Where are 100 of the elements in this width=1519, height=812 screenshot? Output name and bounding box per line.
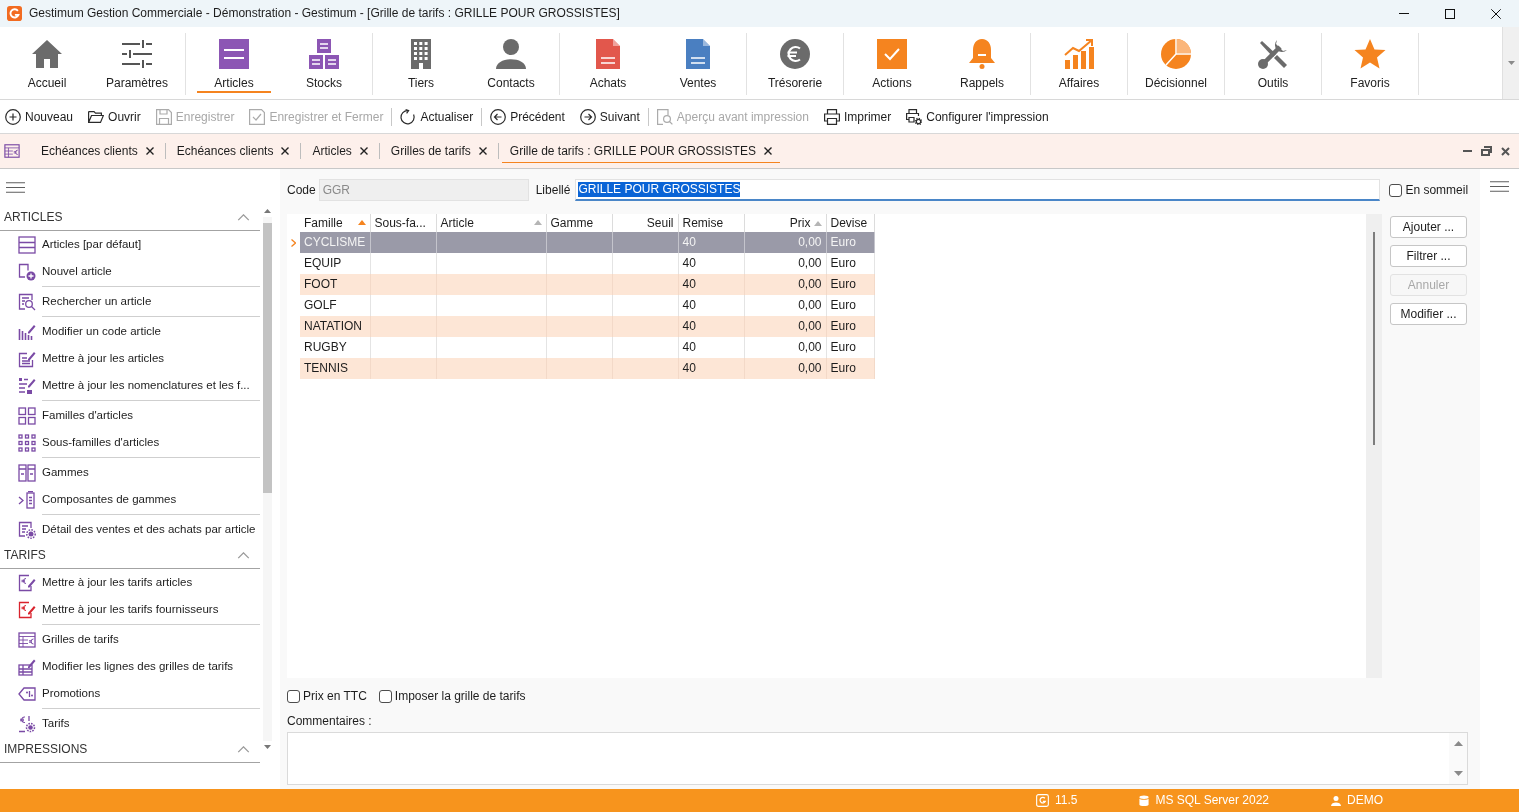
sidebar-item[interactable]: Articles [par défaut] — [0, 231, 260, 258]
scrollbar-thumb[interactable] — [263, 223, 272, 493]
ribbon-button[interactable]: Actions — [847, 33, 937, 95]
ribbon-button[interactable]: Affaires — [1034, 33, 1124, 95]
action-button[interactable]: Modifier ... — [1390, 303, 1467, 325]
comments-field[interactable] — [287, 732, 1468, 785]
table-cell: 40 — [678, 358, 744, 379]
ribbon-button[interactable]: Stocks — [279, 33, 369, 95]
bar-chart-pencil-icon — [18, 322, 36, 341]
euro-gear-icon — [18, 714, 36, 733]
close-icon[interactable] — [145, 147, 154, 155]
table-cell: 40 — [678, 316, 744, 337]
scroll-up-icon[interactable] — [264, 209, 271, 213]
ribbon-button[interactable]: Accueil — [2, 33, 92, 95]
scroll-up-icon[interactable] — [1453, 741, 1463, 746]
bar-chart-icon — [1063, 38, 1095, 70]
euro-document-icon — [18, 600, 36, 619]
sidebar-item[interactable]: Détail des ventes et des achats par article — [0, 516, 260, 543]
menu-icon[interactable] — [1490, 181, 1509, 192]
ribbon-button[interactable]: Ventes — [653, 33, 743, 95]
checkbox[interactable] — [1389, 183, 1403, 197]
euro-coin-icon — [779, 38, 811, 70]
ribbon-button[interactable]: Outils — [1228, 33, 1318, 95]
toolbar-button[interactable]: Actualiser — [400, 108, 474, 125]
ribbon-button[interactable]: Décisionnel — [1131, 33, 1221, 95]
document-tab[interactable]: Articles — [301, 133, 379, 169]
ribbon-button[interactable]: Tiers — [376, 33, 466, 95]
checkbox[interactable] — [287, 689, 300, 703]
sidebar-item[interactable]: Mettre à jour les tarifs fournisseurs — [0, 596, 260, 623]
ribbon-button[interactable]: Paramètres — [92, 33, 182, 95]
close-icon[interactable] — [281, 147, 290, 155]
field-label: Code — [287, 182, 316, 198]
table-cell: 0,00 — [744, 274, 826, 295]
house-icon — [31, 38, 63, 70]
libelle-field[interactable]: GRILLE POUR GROSSISTES — [575, 179, 1381, 201]
ribbon-button[interactable]: Contacts — [466, 33, 556, 95]
status-text: DEMO — [1347, 793, 1383, 808]
sidebar-item[interactable]: Rechercher un article — [0, 288, 260, 315]
columns-icon — [18, 463, 36, 482]
checkbox[interactable] — [378, 689, 392, 703]
document-tab[interactable]: Grilles de tarifs — [379, 133, 498, 169]
sidebar-item[interactable]: Mettre à jour les articles — [0, 345, 260, 372]
scroll-down-icon[interactable] — [1453, 771, 1463, 776]
sidebar-item[interactable]: Mettre à jour les tarifs articles — [0, 569, 260, 596]
close-icon — [1491, 8, 1501, 19]
action-button[interactable]: Filtrer ... — [1390, 245, 1467, 267]
ribbon-button[interactable]: Articles — [189, 33, 279, 95]
scrollbar[interactable] — [1366, 214, 1382, 678]
pie-chart-icon — [1160, 38, 1192, 70]
checkbox-label: En sommeil — [1405, 182, 1469, 198]
checkbox-icon — [876, 38, 908, 70]
checkbox-label: Prix en TTC — [303, 688, 367, 704]
stacked-boxes-icon — [308, 38, 340, 70]
sidebar-item[interactable]: Modifier un code article — [0, 318, 260, 345]
scrollbar[interactable] — [263, 217, 272, 741]
sidebar-item[interactable]: Mettre à jour les nomenclatures et les f... — [0, 372, 260, 399]
table-cell: 0,00 — [744, 316, 826, 337]
document-tab[interactable]: Echéances clients — [30, 133, 165, 169]
window-title: Gestimum Gestion Commerciale - Démonstration - Gestimum - [Grille de tarifs : GRILLE POUR GROSSISTES] — [29, 6, 620, 21]
sidebar-item[interactable]: Composantes de gammes — [0, 486, 260, 513]
toolbar-button[interactable]: Précédent — [490, 108, 565, 125]
toolbar-button[interactable]: Ouvrir — [88, 108, 141, 125]
sidebar-item[interactable]: Grilles de tarifs — [0, 626, 260, 653]
ribbon-button[interactable]: Trésorerie — [750, 33, 840, 95]
sidebar-item[interactable]: Promotions — [0, 680, 260, 707]
sidebar-item[interactable]: Nouvel article — [0, 258, 260, 285]
sidebar-item[interactable]: Gammes — [0, 459, 260, 486]
toolbar-button[interactable]: Nouveau — [5, 108, 74, 125]
table-cell: Euro — [826, 316, 874, 337]
table-row[interactable]: NATATION 40 0,00 Euro — [300, 316, 874, 337]
sidebar-item[interactable]: Modifier les lignes des grilles de tarifs — [0, 653, 260, 680]
restore-icon[interactable] — [1481, 146, 1492, 156]
close-icon[interactable] — [1501, 146, 1510, 156]
scroll-down-icon[interactable] — [264, 745, 271, 749]
menu-icon[interactable] — [6, 181, 25, 193]
scrollbar[interactable] — [1502, 27, 1519, 99]
table-row[interactable]: TENNIS 40 0,00 Euro — [300, 358, 874, 379]
list-icon — [18, 235, 36, 254]
toolbar-button[interactable]: Imprimer — [823, 108, 892, 125]
document-tab[interactable]: Grille de tarifs : GRILLE POUR GROSSISTES — [498, 133, 783, 169]
sidebar-item[interactable]: Sous-familles d'articles — [0, 429, 260, 456]
scrollbar-thumb[interactable] — [1373, 232, 1375, 445]
close-icon[interactable] — [359, 147, 368, 155]
close-icon[interactable] — [763, 147, 772, 155]
table-row[interactable]: FOOT 40 0,00 Euro — [300, 274, 874, 295]
ribbon-button[interactable]: Favoris — [1325, 33, 1415, 95]
ribbon-button[interactable]: Rappels — [937, 33, 1027, 95]
close-icon[interactable] — [478, 147, 487, 155]
sidebar-item[interactable]: Tarifs — [0, 710, 260, 737]
ribbon-button[interactable]: Achats — [563, 33, 653, 95]
table-cell: FOOT — [300, 274, 370, 295]
action-button[interactable]: Ajouter ... — [1390, 216, 1467, 238]
document-tab[interactable]: Echéances clients — [165, 133, 301, 169]
sidebar-item[interactable]: Familles d'articles — [0, 402, 260, 429]
database-icon — [1139, 794, 1150, 807]
floppy-disk-icon — [155, 108, 172, 125]
arrow-right-circle-icon — [579, 108, 596, 125]
toolbar-button[interactable]: Suivant — [579, 108, 640, 125]
document-search-icon — [18, 292, 36, 311]
toolbar-button[interactable]: Configurer l'impression — [906, 108, 1049, 125]
